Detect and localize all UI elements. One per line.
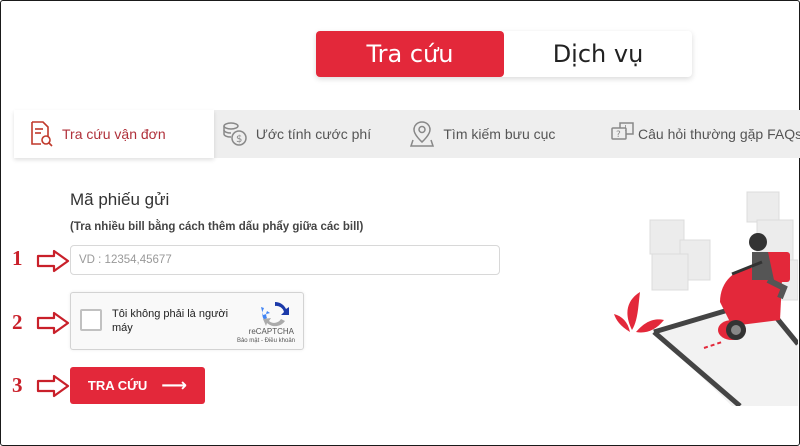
tab-label: Tra cứu vận đơn (62, 126, 166, 142)
document-search-icon (26, 119, 56, 149)
submit-label: TRA CỨU (87, 378, 148, 393)
form-title: Mã phiếu gửi (70, 190, 170, 209)
tab-label: Câu hỏi thường gặp FAQs (638, 126, 800, 142)
svg-text:$: $ (236, 134, 242, 145)
submit-button[interactable]: TRA CỨU ⟶ (70, 367, 205, 404)
recaptcha-brand: reCAPTCHA (248, 327, 294, 336)
step-number-1: 1 (12, 246, 23, 270)
question-chat-icon: ? ! (610, 119, 636, 149)
map-pin-icon (407, 119, 437, 149)
svg-text:!: ! (624, 124, 627, 133)
tracking-number-input[interactable] (70, 245, 500, 275)
step-arrow-3-icon (36, 374, 70, 398)
tab-dich-vu[interactable]: Dịch vụ (504, 31, 692, 77)
service-tabs: Tra cứu vận đơn $ Ước tính cước phí Tìm … (14, 110, 800, 158)
tab-tra-cuu-van-don[interactable]: Tra cứu vận đơn (14, 110, 214, 158)
tab-uoc-tinh-cuoc-phi[interactable]: $ Ước tính cước phí (214, 110, 395, 158)
recaptcha-logo-icon (261, 301, 289, 327)
tab-label: Tìm kiếm bưu cục (443, 126, 556, 142)
tab-tim-kiem-buu-cuc[interactable]: Tìm kiếm bưu cục (395, 110, 602, 158)
svg-text:?: ? (616, 130, 621, 140)
delivery-illustration (614, 191, 798, 406)
recaptcha-label: Tôi không phải là người máy (112, 308, 229, 334)
top-tab-bar: Tra cứu Dịch vụ (316, 31, 692, 77)
recaptcha-checkbox[interactable] (80, 309, 102, 331)
step-number-3: 3 (12, 373, 23, 397)
step-number-2: 2 (12, 310, 23, 334)
tab-label: Ước tính cước phí (255, 126, 372, 142)
step-arrow-2-icon (36, 311, 70, 335)
step-arrow-1-icon (36, 249, 70, 273)
tab-tra-cuu[interactable]: Tra cứu (316, 31, 504, 77)
arrow-right-icon: ⟶ (161, 375, 188, 396)
recaptcha-widget: Tôi không phải là người máy reCAPTCHA Bả… (70, 292, 304, 350)
tab-faqs[interactable]: ? ! Câu hỏi thường gặp FAQs (602, 110, 800, 158)
recaptcha-links[interactable]: Bảo mật - Điều khoản (237, 338, 295, 344)
form-hint: (Tra nhiều bill bằng cách thêm dấu phẩy … (70, 221, 364, 233)
coins-icon: $ (220, 119, 250, 149)
